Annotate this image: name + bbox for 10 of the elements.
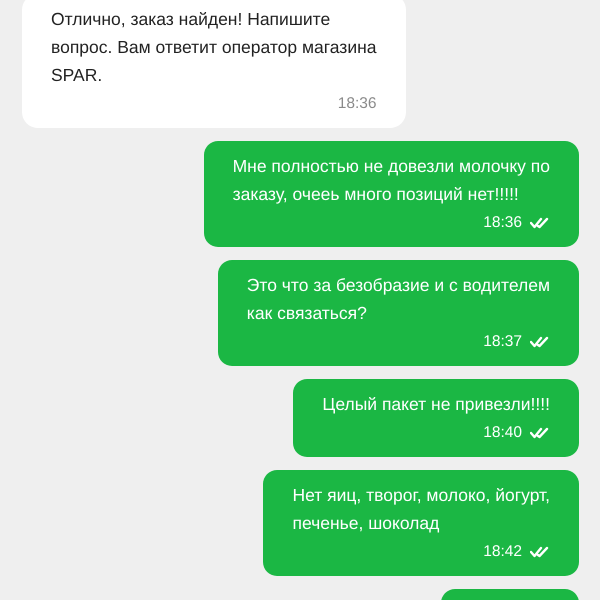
message-time: 18:36 <box>338 94 376 114</box>
message-time: 18:37 <box>483 332 522 352</box>
message-time: 18:36 <box>483 213 522 234</box>
message-time: 18:42 <box>483 542 522 562</box>
message-text: Целый пакет не привезли!!!! <box>322 393 550 416</box>
message-time: 18:40 <box>483 423 522 444</box>
message-text: Нет яиц, творог, молоко, йогурт, печенье, шоколад <box>292 484 550 535</box>
message-text: Это что за безобразие и с водителем как связаться? <box>246 274 550 325</box>
message-text: Отлично, заказ найден! Напишите вопрос. Вам ответит оператор магазина SPAR. <box>51 8 376 87</box>
message-text: Мне полностью не довезли молочку по заказу, очеeь много позиций нет!!!!! <box>232 155 550 206</box>
